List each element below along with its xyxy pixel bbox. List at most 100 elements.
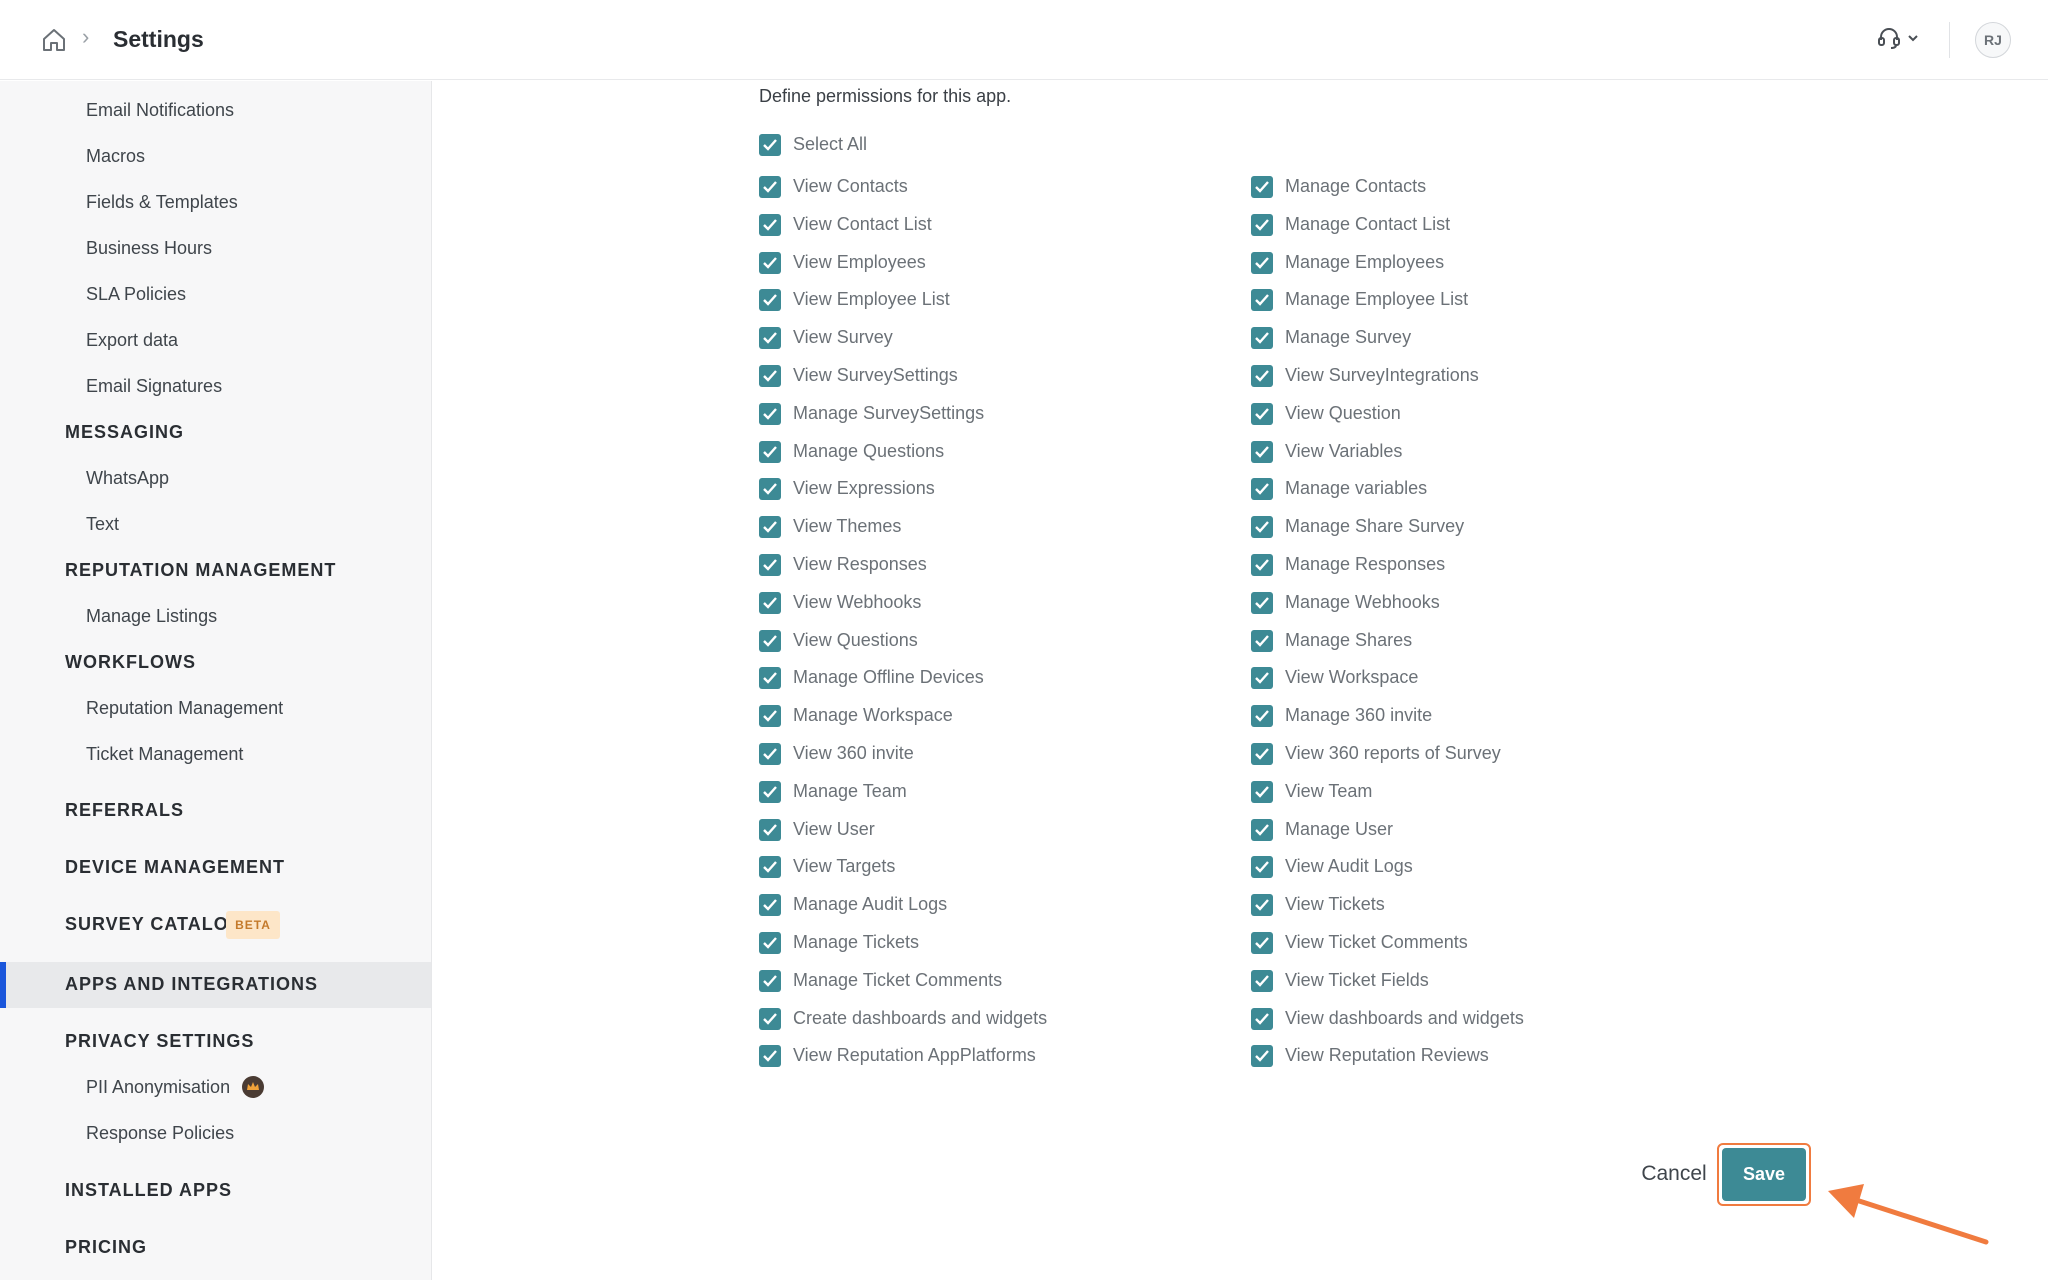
permission-checkbox-view-360-reports-of-survey[interactable] (1251, 743, 1273, 765)
permission-checkbox-manage-audit-logs[interactable] (759, 894, 781, 916)
sidebar-item-macros[interactable]: Macros (86, 146, 145, 167)
sidebar-item-ticket-management[interactable]: Ticket Management (86, 744, 243, 765)
permission-checkbox-manage-contact-list[interactable] (1251, 214, 1273, 236)
permission-label-view-reputation-appplatforms[interactable]: View Reputation AppPlatforms (793, 1045, 1036, 1066)
permission-checkbox-view-ticket-comments[interactable] (1251, 932, 1273, 954)
permission-label-manage-surveysettings[interactable]: Manage SurveySettings (793, 403, 984, 424)
user-avatar[interactable]: RJ (1975, 22, 2011, 58)
permission-checkbox-manage-survey[interactable] (1251, 327, 1273, 349)
permission-checkbox-view-360-invite[interactable] (759, 743, 781, 765)
permission-checkbox-manage-workspace[interactable] (759, 705, 781, 727)
permission-label-view-employee-list[interactable]: View Employee List (793, 289, 950, 310)
save-button[interactable]: Save (1722, 1148, 1806, 1201)
permission-label-view-employees[interactable]: View Employees (793, 252, 926, 273)
permission-label-manage-contact-list[interactable]: Manage Contact List (1285, 214, 1450, 235)
permission-checkbox-view-targets[interactable] (759, 856, 781, 878)
permission-checkbox-view-webhooks[interactable] (759, 592, 781, 614)
permission-label-manage-questions[interactable]: Manage Questions (793, 441, 944, 462)
sidebar-item-fields-templates[interactable]: Fields & Templates (86, 192, 238, 213)
sidebar-section-referrals[interactable]: REFERRALS (65, 800, 184, 821)
permission-checkbox-manage-webhooks[interactable] (1251, 592, 1273, 614)
permission-checkbox-view-questions[interactable] (759, 630, 781, 652)
sidebar-section-installed-apps[interactable]: INSTALLED APPS (65, 1180, 232, 1201)
permission-label-manage-audit-logs[interactable]: Manage Audit Logs (793, 894, 947, 915)
permission-checkbox-manage-offline-devices[interactable] (759, 667, 781, 689)
permission-checkbox-manage-tickets[interactable] (759, 932, 781, 954)
permission-label-view-reputation-reviews[interactable]: View Reputation Reviews (1285, 1045, 1489, 1066)
permission-checkbox-view-ticket-fields[interactable] (1251, 970, 1273, 992)
permission-checkbox-manage-questions[interactable] (759, 441, 781, 463)
permission-checkbox-view-tickets[interactable] (1251, 894, 1273, 916)
permission-label-view-user[interactable]: View User (793, 819, 875, 840)
permission-label-view-360-reports-of-survey[interactable]: View 360 reports of Survey (1285, 743, 1501, 764)
permission-checkbox-view-audit-logs[interactable] (1251, 856, 1273, 878)
permission-checkbox-manage-shares[interactable] (1251, 630, 1273, 652)
permission-checkbox-manage-employees[interactable] (1251, 252, 1273, 274)
permission-checkbox-manage-team[interactable] (759, 781, 781, 803)
permission-checkbox-view-contact-list[interactable] (759, 214, 781, 236)
permission-checkbox-manage-360-invite[interactable] (1251, 705, 1273, 727)
permission-checkbox-manage-ticket-comments[interactable] (759, 970, 781, 992)
sidebar-section-survey-catalog[interactable]: SURVEY CATALOG (65, 914, 244, 935)
permission-checkbox-view-themes[interactable] (759, 516, 781, 538)
permission-label-view-audit-logs[interactable]: View Audit Logs (1285, 856, 1413, 877)
permission-checkbox-view-team[interactable] (1251, 781, 1273, 803)
permission-label-view-tickets[interactable]: View Tickets (1285, 894, 1385, 915)
permission-label-view-360-invite[interactable]: View 360 invite (793, 743, 914, 764)
permission-checkbox-view-variables[interactable] (1251, 441, 1273, 463)
sidebar-item-email-notifications[interactable]: Email Notifications (86, 100, 234, 121)
permission-label-view-workspace[interactable]: View Workspace (1285, 667, 1418, 688)
sidebar-section-messaging[interactable]: MESSAGING (65, 422, 184, 443)
permission-label-view-contact-list[interactable]: View Contact List (793, 214, 932, 235)
sidebar-section-reputation-management[interactable]: REPUTATION MANAGEMENT (65, 560, 336, 581)
permission-label-manage-variables[interactable]: Manage variables (1285, 478, 1427, 499)
permission-label-view-ticket-comments[interactable]: View Ticket Comments (1285, 932, 1468, 953)
permission-label-view-targets[interactable]: View Targets (793, 856, 895, 877)
permission-label-manage-offline-devices[interactable]: Manage Offline Devices (793, 667, 984, 688)
permission-label-manage-ticket-comments[interactable]: Manage Ticket Comments (793, 970, 1002, 991)
permission-label-manage-responses[interactable]: Manage Responses (1285, 554, 1445, 575)
permission-checkbox-manage-variables[interactable] (1251, 478, 1273, 500)
permission-label-view-ticket-fields[interactable]: View Ticket Fields (1285, 970, 1429, 991)
permission-checkbox-view-contacts[interactable] (759, 176, 781, 198)
sidebar-section-apps-and-integrations[interactable]: APPS AND INTEGRATIONS (65, 974, 318, 995)
permission-checkbox-view-dashboards-and-widgets[interactable] (1251, 1008, 1273, 1030)
sidebar-item-sla-policies[interactable]: SLA Policies (86, 284, 186, 305)
select-all-label[interactable]: Select All (793, 134, 867, 155)
permission-label-manage-tickets[interactable]: Manage Tickets (793, 932, 919, 953)
permission-checkbox-view-question[interactable] (1251, 403, 1273, 425)
permission-checkbox-view-responses[interactable] (759, 554, 781, 576)
permission-checkbox-view-surveyintegrations[interactable] (1251, 365, 1273, 387)
permission-label-view-survey[interactable]: View Survey (793, 327, 893, 348)
permission-label-manage-employee-list[interactable]: Manage Employee List (1285, 289, 1468, 310)
permission-checkbox-view-workspace[interactable] (1251, 667, 1273, 689)
permission-label-manage-survey[interactable]: Manage Survey (1285, 327, 1411, 348)
permission-label-view-dashboards-and-widgets[interactable]: View dashboards and widgets (1285, 1008, 1524, 1029)
permission-label-view-variables[interactable]: View Variables (1285, 441, 1402, 462)
permission-label-view-questions[interactable]: View Questions (793, 630, 918, 651)
permission-label-manage-contacts[interactable]: Manage Contacts (1285, 176, 1426, 197)
permission-checkbox-view-surveysettings[interactable] (759, 365, 781, 387)
permission-checkbox-view-employees[interactable] (759, 252, 781, 274)
permission-label-manage-webhooks[interactable]: Manage Webhooks (1285, 592, 1440, 613)
permission-label-view-themes[interactable]: View Themes (793, 516, 901, 537)
permission-checkbox-view-user[interactable] (759, 819, 781, 841)
sidebar-section-pricing[interactable]: PRICING (65, 1237, 147, 1258)
support-menu-button[interactable] (1876, 24, 1926, 56)
sidebar-item-text[interactable]: Text (86, 514, 119, 535)
permission-label-manage-workspace[interactable]: Manage Workspace (793, 705, 953, 726)
permission-checkbox-manage-share-survey[interactable] (1251, 516, 1273, 538)
sidebar-section-device-management[interactable]: DEVICE MANAGEMENT (65, 857, 285, 878)
home-icon[interactable] (40, 26, 68, 54)
permission-checkbox-manage-surveysettings[interactable] (759, 403, 781, 425)
permission-label-view-surveyintegrations[interactable]: View SurveyIntegrations (1285, 365, 1479, 386)
sidebar-item-pii-anonymisation[interactable]: PII Anonymisation (86, 1077, 230, 1098)
sidebar-item-response-policies[interactable]: Response Policies (86, 1123, 234, 1144)
permission-label-view-question[interactable]: View Question (1285, 403, 1401, 424)
permission-checkbox-view-employee-list[interactable] (759, 289, 781, 311)
permission-checkbox-view-reputation-appplatforms[interactable] (759, 1045, 781, 1067)
permission-label-manage-user[interactable]: Manage User (1285, 819, 1393, 840)
permission-label-create-dashboards-and-widgets[interactable]: Create dashboards and widgets (793, 1008, 1047, 1029)
permission-checkbox-view-expressions[interactable] (759, 478, 781, 500)
permission-label-view-expressions[interactable]: View Expressions (793, 478, 935, 499)
